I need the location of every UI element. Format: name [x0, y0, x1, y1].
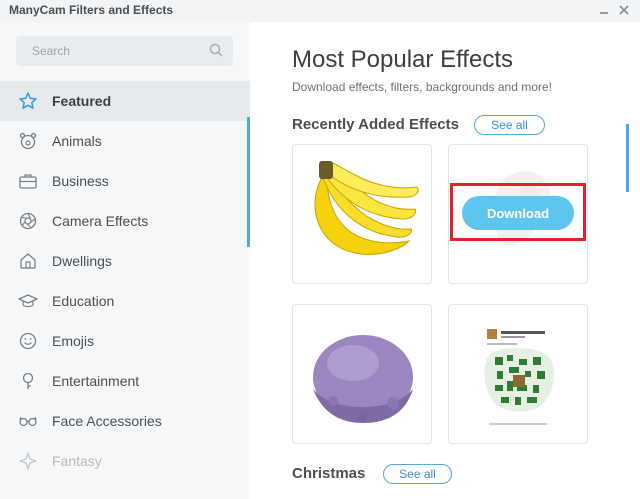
smiley-icon: [18, 331, 38, 351]
sidebar-item-face-accessories[interactable]: Face Accessories: [0, 401, 250, 441]
minimize-button[interactable]: [597, 3, 611, 17]
effect-card-ice-cream[interactable]: [292, 304, 432, 444]
see-all-recent-button[interactable]: See all: [474, 115, 545, 135]
sidebar-item-entertainment[interactable]: Entertainment: [0, 361, 250, 401]
sidebar-item-camera-effects[interactable]: Camera Effects: [0, 201, 250, 241]
sidebar: Search Featured Animals Business Camera …: [0, 22, 250, 499]
star-icon: [18, 91, 38, 111]
glasses-icon: [18, 411, 38, 431]
sidebar-item-label: Education: [52, 293, 115, 309]
sidebar-item-fantasy[interactable]: Fantasy: [0, 441, 250, 481]
sidebar-item-label: Dwellings: [52, 253, 112, 269]
sidebar-item-label: Face Accessories: [52, 413, 162, 429]
aperture-icon: [18, 211, 38, 231]
effect-card-bananas[interactable]: [292, 144, 432, 284]
sidebar-item-dwellings[interactable]: Dwellings: [0, 241, 250, 281]
sparkle-icon: [18, 451, 38, 471]
briefcase-icon: [18, 171, 38, 191]
search-icon: [209, 43, 223, 62]
search-input[interactable]: Search: [16, 36, 233, 66]
title-bar: ManyCam Filters and Effects: [0, 0, 640, 22]
sidebar-item-animals[interactable]: Animals: [0, 121, 250, 161]
highlight-box: [450, 183, 586, 241]
sidebar-item-label: Fantasy: [52, 453, 102, 469]
sidebar-item-emojis[interactable]: Emojis: [0, 321, 250, 361]
sidebar-item-label: Featured: [52, 93, 112, 109]
main-scrollbar[interactable]: [626, 124, 629, 192]
section-title-recently-added: Recently Added Effects: [292, 116, 459, 133]
close-icon: [619, 5, 629, 15]
section-title-christmas: Christmas: [292, 465, 366, 482]
qr-code-image: [484, 329, 554, 425]
main-content: Most Popular Effects Download effects, f…: [250, 22, 640, 499]
minimize-icon: [600, 12, 608, 14]
effect-card-qr-code[interactable]: [448, 304, 588, 444]
sidebar-item-featured[interactable]: Featured: [0, 81, 250, 121]
category-nav: Featured Animals Business Camera Effects…: [0, 81, 250, 481]
sidebar-item-label: Business: [52, 173, 109, 189]
close-button[interactable]: [617, 3, 631, 17]
page-title: Most Popular Effects: [292, 46, 513, 73]
sidebar-item-education[interactable]: Education: [0, 281, 250, 321]
sidebar-item-label: Emojis: [52, 333, 95, 349]
sidebar-item-business[interactable]: Business: [0, 161, 250, 201]
page-subtitle: Download effects, filters, backgrounds a…: [292, 80, 552, 94]
ice-cream-image: [313, 335, 413, 423]
animal-icon: [18, 131, 38, 151]
search-placeholder: Search: [32, 44, 71, 58]
lightbulb-icon: [18, 371, 38, 391]
sidebar-item-label: Camera Effects: [52, 213, 149, 229]
graduation-cap-icon: [18, 291, 38, 311]
window-title: ManyCam Filters and Effects: [9, 3, 174, 17]
sidebar-item-label: Entertainment: [52, 373, 140, 389]
sidebar-item-label: Animals: [52, 133, 102, 149]
see-all-christmas-button[interactable]: See all: [383, 464, 452, 484]
bananas-image: [314, 161, 419, 255]
house-icon: [18, 251, 38, 271]
